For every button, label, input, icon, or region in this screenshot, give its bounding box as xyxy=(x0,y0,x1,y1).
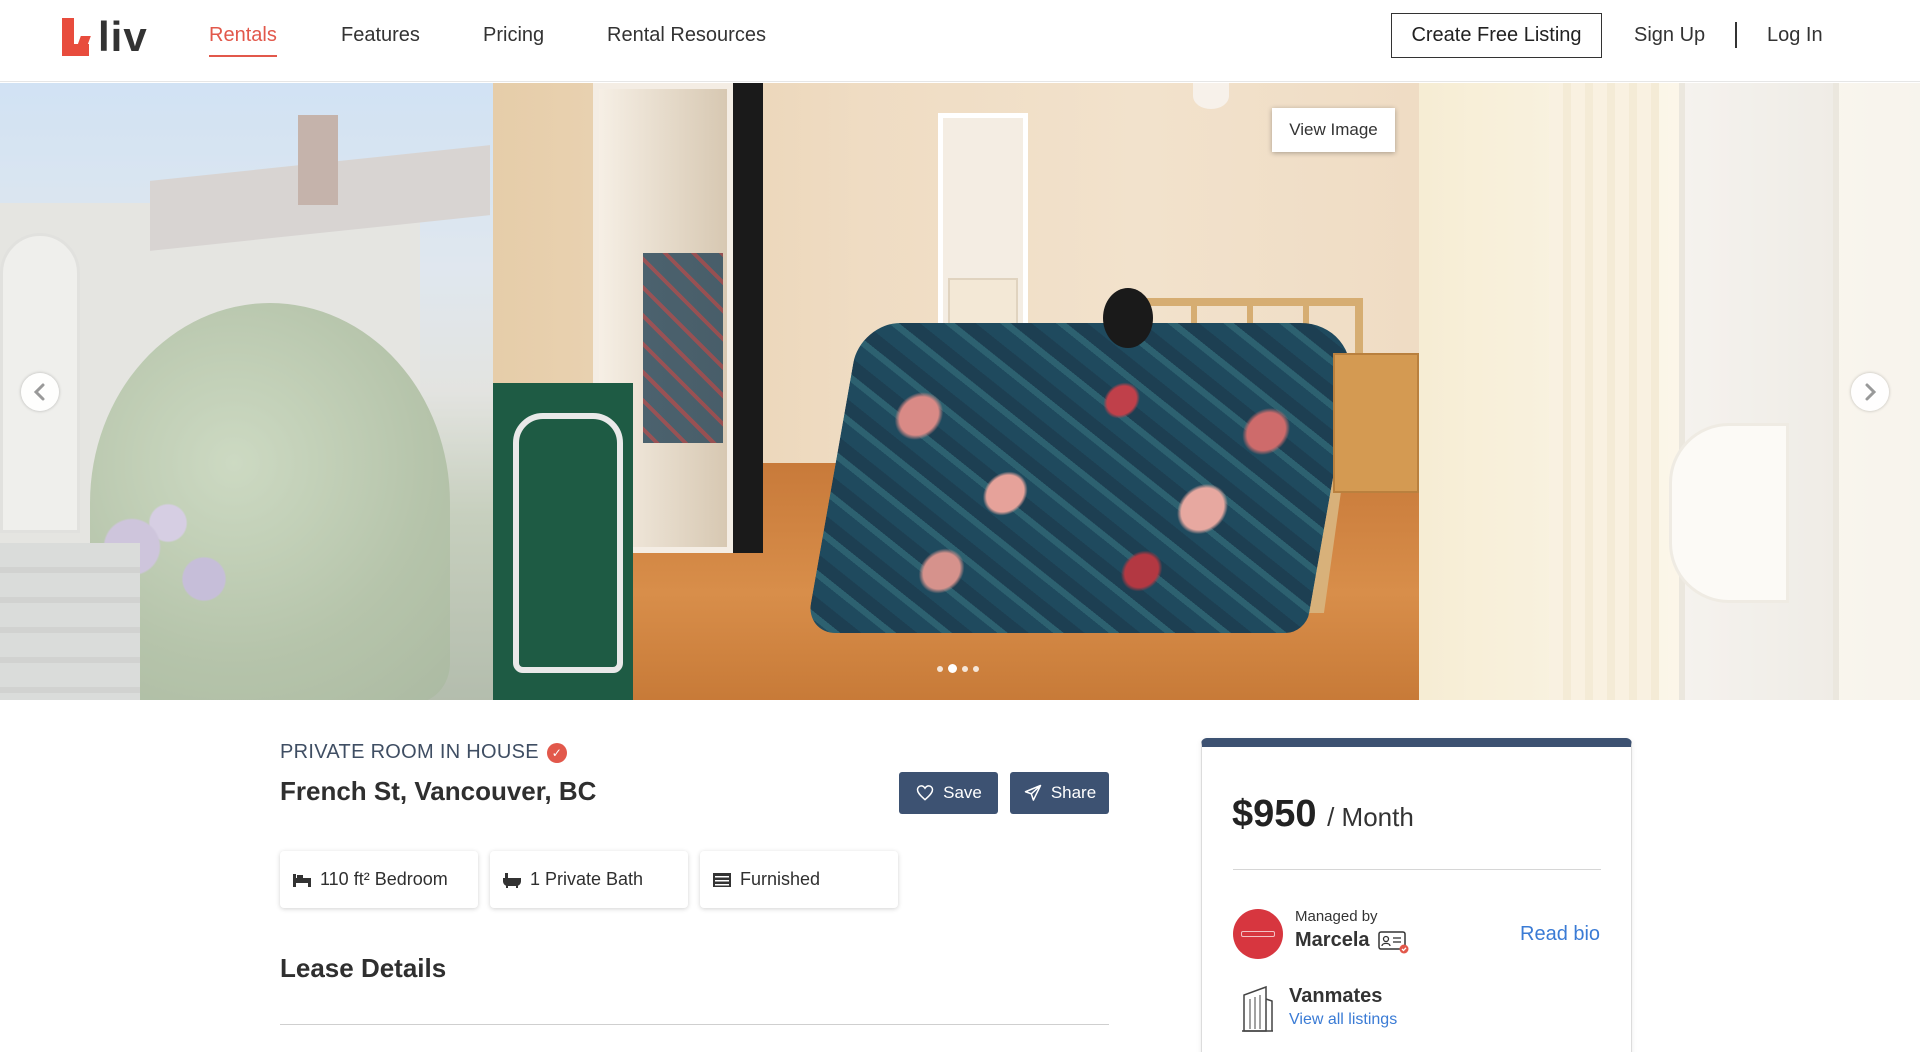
feature-furnished: Furnished xyxy=(700,851,898,908)
gallery-dot[interactable] xyxy=(962,665,968,672)
nav-link-pricing[interactable]: Pricing xyxy=(483,24,544,47)
share-label: Share xyxy=(1050,783,1097,802)
price-amount: $950 xyxy=(1232,793,1317,835)
nav-link-features[interactable]: Features xyxy=(341,24,420,47)
feature-label: 110 ft² Bedroom xyxy=(320,869,448,889)
log-in-link[interactable]: Log In xyxy=(1767,24,1823,47)
manager-avatar[interactable] xyxy=(1233,909,1283,959)
send-icon xyxy=(1024,784,1042,801)
nav-divider xyxy=(1735,22,1737,48)
gallery-dot-active[interactable] xyxy=(948,664,957,673)
chevron-right-icon xyxy=(1865,383,1877,401)
liv-logo-mark-icon xyxy=(62,18,91,58)
manager-name-text: Marcela xyxy=(1295,929,1370,951)
price-unit: / Month xyxy=(1327,802,1414,832)
managed-by-label: Managed by xyxy=(1295,908,1378,925)
gallery-dot[interactable] xyxy=(973,665,979,672)
listing-type-label: PRIVATE ROOM IN HOUSE xyxy=(280,741,539,763)
lease-details-heading: Lease Details xyxy=(280,953,447,983)
furniture-icon xyxy=(712,872,732,888)
feature-label: 1 Private Bath xyxy=(530,869,644,889)
verified-id-icon xyxy=(1377,930,1408,953)
logo-text: liv xyxy=(98,13,148,60)
share-button[interactable]: Share xyxy=(1010,772,1109,814)
price-card: $950 / Month Managed by Marcela Read bio xyxy=(1201,738,1632,1052)
view-all-listings-link[interactable]: View all listings xyxy=(1289,1011,1397,1029)
photo-gallery: View Image xyxy=(0,83,1920,700)
sign-up-link[interactable]: Sign Up xyxy=(1634,24,1705,47)
bathtub-icon xyxy=(502,872,522,888)
bed-icon xyxy=(292,872,312,888)
gallery-dot[interactable] xyxy=(937,665,943,672)
photo-bathroom[interactable] xyxy=(1419,83,1920,700)
company-name: Vanmates xyxy=(1289,985,1383,1007)
photo-house-exterior[interactable] xyxy=(0,83,493,700)
manager-name: Marcela xyxy=(1295,929,1408,953)
building-icon xyxy=(1240,985,1274,1033)
read-bio-link[interactable]: Read bio xyxy=(1520,923,1600,946)
create-free-listing-button[interactable]: Create Free Listing xyxy=(1391,13,1602,58)
nav-link-rental-resources[interactable]: Rental Resources xyxy=(607,24,766,47)
card-divider xyxy=(1233,869,1601,870)
price: $950 / Month xyxy=(1232,793,1414,836)
chevron-left-icon xyxy=(33,383,45,401)
view-image-button[interactable]: View Image xyxy=(1272,108,1395,152)
save-button[interactable]: Save xyxy=(899,772,998,814)
top-navigation: liv Rentals Features Pricing Rental Reso… xyxy=(0,0,1920,82)
photo-bedroom[interactable] xyxy=(493,83,1419,700)
section-divider xyxy=(280,1024,1109,1025)
gallery-prev-button[interactable] xyxy=(21,373,59,411)
gallery-pagination xyxy=(937,664,979,673)
listing-address: French St, Vancouver, BC xyxy=(280,776,597,806)
save-label: Save xyxy=(943,783,982,802)
feature-bedroom-size: 110 ft² Bedroom xyxy=(280,851,478,908)
liv-logo[interactable]: liv xyxy=(62,16,148,58)
heart-icon xyxy=(916,785,934,801)
verified-check-icon: ✓ xyxy=(546,742,567,763)
gallery-next-button[interactable] xyxy=(1851,373,1889,411)
nav-link-rentals[interactable]: Rentals xyxy=(209,24,277,57)
feature-label: Furnished xyxy=(740,869,821,889)
listing-type: PRIVATE ROOM IN HOUSE ✓ xyxy=(280,741,567,764)
feature-private-bath: 1 Private Bath xyxy=(490,851,688,908)
